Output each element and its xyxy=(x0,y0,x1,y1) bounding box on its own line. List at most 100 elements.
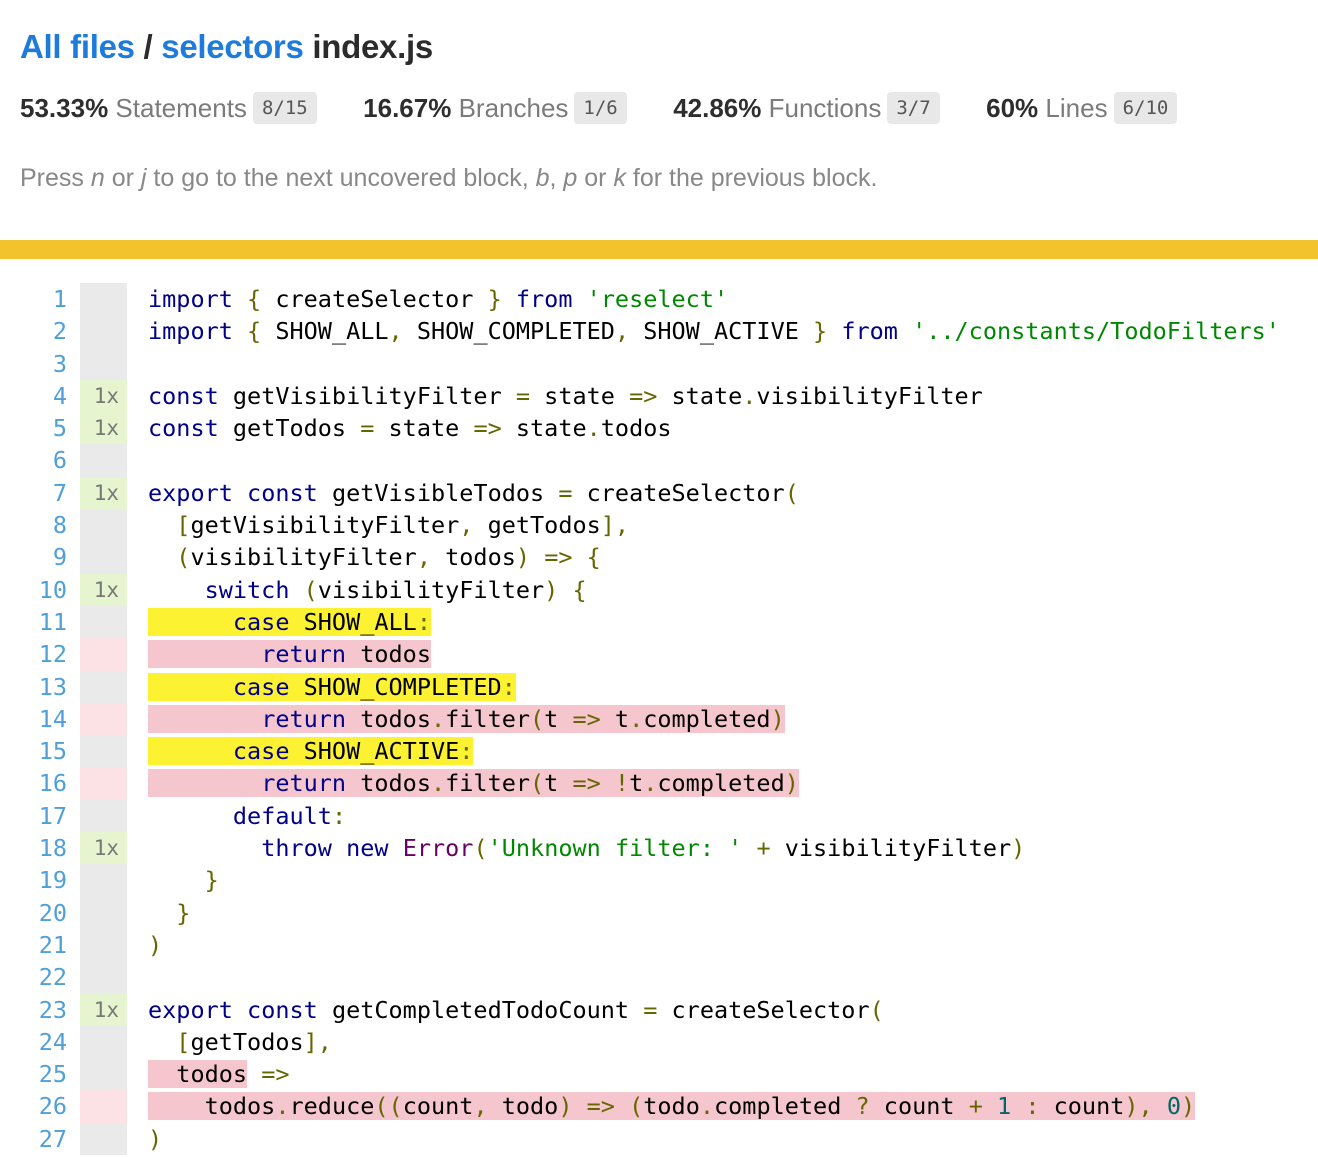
line-number-9[interactable]: 9 xyxy=(0,541,67,573)
line-number-7[interactable]: 7 xyxy=(0,477,67,509)
code-token: throw xyxy=(261,834,332,862)
line-number-14[interactable]: 14 xyxy=(0,703,67,735)
hint-text: for the previous block. xyxy=(626,164,878,192)
line-number-13[interactable]: 13 xyxy=(0,671,67,703)
execution-count-19 xyxy=(80,864,127,896)
code-token: => xyxy=(473,414,501,442)
code-token: createSelector xyxy=(572,479,784,507)
execution-count-25 xyxy=(80,1058,127,1090)
line-number-22[interactable]: 22 xyxy=(0,961,67,993)
code-token xyxy=(289,576,303,604)
uncovered-statement-highlight: 1 xyxy=(997,1092,1011,1120)
uncovered-statement-highlight: todos xyxy=(148,1060,247,1088)
code-token: + xyxy=(756,834,770,862)
code-token: ( xyxy=(785,479,799,507)
code-token: ) xyxy=(544,576,558,604)
statements-percentage: 53.33% xyxy=(20,93,108,123)
line-number-18[interactable]: 18 xyxy=(0,832,67,864)
execution-count-20 xyxy=(80,897,127,929)
execution-count-23: 1x xyxy=(80,994,127,1026)
code-token xyxy=(148,576,205,604)
line-number-25[interactable]: 25 xyxy=(0,1058,67,1090)
line-number-23[interactable]: 23 xyxy=(0,994,67,1026)
line-number-4[interactable]: 4 xyxy=(0,380,67,412)
uncovered-statement-highlight: count xyxy=(870,1092,969,1120)
code-line-2: 2import { SHOW_ALL, SHOW_COMPLETED, SHOW… xyxy=(0,315,1318,347)
code-token: export xyxy=(148,996,233,1024)
uncovered-statement-highlight xyxy=(573,1092,587,1120)
source-line-text-16: return todos.filter(t => !t.completed) xyxy=(127,767,1318,799)
uncovered-statement-highlight: todo xyxy=(643,1092,700,1120)
code-line-26: 26 todos.reduce((count, todo) => (todo.c… xyxy=(0,1090,1318,1122)
code-token: SHOW_ACTIVE xyxy=(629,317,813,345)
line-number-15[interactable]: 15 xyxy=(0,735,67,767)
line-number-19[interactable]: 19 xyxy=(0,864,67,896)
line-number-27[interactable]: 27 xyxy=(0,1123,67,1155)
uncovered-statement-highlight: ( xyxy=(629,1092,643,1120)
code-token: '../constants/TodoFilters' xyxy=(912,317,1280,345)
code-token: getTodos xyxy=(473,511,600,539)
code-token: , xyxy=(459,511,473,539)
line-number-17[interactable]: 17 xyxy=(0,800,67,832)
code-line-23: 23 1xexport const getCompletedTodoCount =… xyxy=(0,994,1318,1026)
breadcrumb-folder-link[interactable]: selectors xyxy=(161,28,303,65)
hint-key: b xyxy=(536,164,550,192)
line-number-2[interactable]: 2 xyxy=(0,315,67,347)
line-number-1[interactable]: 1 xyxy=(0,283,67,315)
uncovered-statement-highlight: return xyxy=(261,705,346,733)
source-line-text-22 xyxy=(127,961,1318,993)
execution-count-18: 1x xyxy=(80,832,127,864)
code-token xyxy=(247,1060,261,1088)
uncovered-statement-highlight xyxy=(1153,1092,1167,1120)
uncovered-statement-highlight: . xyxy=(431,769,445,797)
line-number-11[interactable]: 11 xyxy=(0,606,67,638)
code-token: state xyxy=(502,414,587,442)
code-line-16: 16 return todos.filter(t => !t.completed… xyxy=(0,767,1318,799)
code-token xyxy=(558,576,572,604)
line-number-5[interactable]: 5 xyxy=(0,412,67,444)
line-number-6[interactable]: 6 xyxy=(0,444,67,476)
code-token: = xyxy=(360,414,374,442)
source-line-text-23: export const getCompletedTodoCount = cre… xyxy=(127,994,1318,1026)
code-token: ( xyxy=(304,576,318,604)
line-number-16[interactable]: 16 xyxy=(0,767,67,799)
code-token: getCompletedTodoCount xyxy=(318,996,643,1024)
stat-statements: 53.33% Statements8/15 xyxy=(20,93,317,124)
execution-count-21 xyxy=(80,929,127,961)
execution-count-8 xyxy=(80,509,127,541)
execution-count-16 xyxy=(80,767,127,799)
breadcrumb-all-files-link[interactable]: All files xyxy=(20,28,135,65)
uncovered-branch-highlight: SHOW_COMPLETED xyxy=(289,673,501,701)
line-number-12[interactable]: 12 xyxy=(0,638,67,670)
uncovered-statement-highlight: return xyxy=(261,769,346,797)
line-number-10[interactable]: 10 xyxy=(0,574,67,606)
uncovered-statement-highlight: count xyxy=(403,1092,474,1120)
source-line-text-20: } xyxy=(127,897,1318,929)
source-line-text-8: [getVisibilityFilter, getTodos], xyxy=(127,509,1318,541)
source-line-text-10: switch (visibilityFilter) { xyxy=(127,574,1318,606)
line-number-20[interactable]: 20 xyxy=(0,897,67,929)
code-token: getVisibleTodos xyxy=(318,479,559,507)
source-line-text-9: (visibilityFilter, todos) => { xyxy=(127,541,1318,573)
branches-fraction-badge: 1/6 xyxy=(574,92,626,124)
execution-count-22 xyxy=(80,961,127,993)
uncovered-branch-highlight: : xyxy=(459,737,473,765)
source-code-view: 1import { createSelector } from 'reselec… xyxy=(0,259,1318,1155)
code-token: } xyxy=(205,866,219,894)
code-token: ) xyxy=(148,931,162,959)
code-token: 'reselect' xyxy=(587,285,728,313)
uncovered-statement-highlight: . xyxy=(275,1092,289,1120)
code-token: const xyxy=(148,382,219,410)
line-number-24[interactable]: 24 xyxy=(0,1026,67,1058)
line-number-26[interactable]: 26 xyxy=(0,1090,67,1122)
uncovered-branch-highlight xyxy=(148,737,233,765)
code-token xyxy=(148,543,176,571)
code-token: getTodos xyxy=(219,414,360,442)
code-token xyxy=(827,317,841,345)
line-number-8[interactable]: 8 xyxy=(0,509,67,541)
line-number-3[interactable]: 3 xyxy=(0,348,67,380)
code-line-20: 20 } xyxy=(0,897,1318,929)
source-line-text-24: [getTodos], xyxy=(127,1026,1318,1058)
line-number-21[interactable]: 21 xyxy=(0,929,67,961)
code-token: , xyxy=(389,317,403,345)
